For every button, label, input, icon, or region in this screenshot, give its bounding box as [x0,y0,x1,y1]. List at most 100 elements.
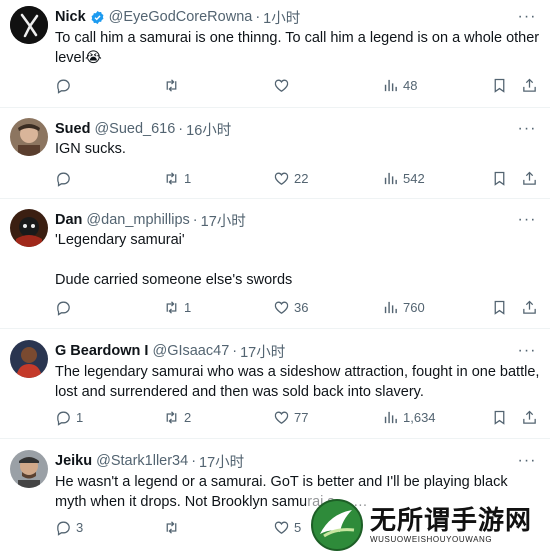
reply-button[interactable] [55,170,76,187]
heart-icon [274,301,289,314]
more-options-icon[interactable]: ··· [518,342,536,360]
repost-icon [166,172,177,185]
reply-button[interactable] [55,299,76,316]
view-count: 542 [403,171,425,186]
views-button[interactable]: 48 [382,77,417,94]
author-name[interactable]: Jeiku [55,453,92,469]
bookmark-button[interactable] [491,299,512,316]
more-options-icon[interactable]: ··· [518,211,536,229]
timestamp[interactable]: 16小时 [186,119,231,140]
avatar[interactable] [10,340,48,378]
tweet-text-line: To call him a samurai is one thinng. To … [55,30,540,66]
tweet-text: To call him a samurai is one thinng. To … [55,28,541,68]
views-button[interactable]: 542 [382,170,425,187]
repost-count: 2 [184,410,192,425]
tweet-text-line [55,250,541,270]
author-name[interactable]: Nick [55,9,86,25]
timestamp[interactable]: 17小时 [240,341,285,362]
timestamp[interactable]: 17小时 [201,210,246,231]
timestamp[interactable]: 1小时 [263,7,300,28]
author-handle[interactable]: @EyeGodCoreRowna [109,9,253,25]
tweet-text: The legendary samurai who was a sideshow… [55,362,541,402]
views-button[interactable]: 760 [382,299,425,316]
bookmark-button[interactable] [491,77,512,94]
view-count: 48 [403,78,418,93]
heart-icon [274,521,289,534]
share-button[interactable] [521,299,542,316]
watermark-title: 无所谓手游网 [370,505,533,535]
tweet-text-line: IGN sucks. [55,141,126,157]
separator-dot: · [191,453,197,469]
author-handle[interactable]: @dan_mphillips [86,212,189,228]
repost-button[interactable]: 1 [163,299,191,316]
repost-button[interactable] [163,77,184,94]
avatar[interactable] [10,118,48,156]
avatar[interactable] [10,209,48,247]
verified-badge-icon [91,10,104,24]
author-name[interactable]: G Beardown I [55,343,148,359]
views-icon [384,411,397,424]
tweet-actions: 1 36 760 [55,299,536,319]
tweet[interactable]: G Beardown I @GIsaac47 · 17小时 ··· The le… [0,329,550,439]
bookmark-icon [494,78,505,93]
bookmark-button[interactable] [491,409,512,426]
reply-button[interactable]: 1 [55,409,83,426]
like-count: 22 [294,171,309,186]
like-button[interactable]: 22 [273,170,308,187]
views-button[interactable]: 1,634 [382,409,436,426]
like-button[interactable]: 36 [273,299,308,316]
repost-button[interactable] [163,519,184,536]
tweet[interactable]: Dan @dan_mphillips · 17小时 ··· 'Legendary… [0,199,550,329]
author-handle[interactable]: @Sued_616 [94,121,175,137]
share-icon [523,410,536,424]
tweet[interactable]: Sued @Sued_616 · 16小时 ··· IGN sucks. 1 2… [0,108,550,199]
more-options-icon[interactable]: ··· [518,8,536,26]
views-icon [384,172,397,185]
share-button[interactable] [521,77,542,94]
author-name[interactable]: Dan [55,212,82,228]
bookmark-button[interactable] [491,170,512,187]
repost-count: 1 [184,300,192,315]
heart-icon [274,411,289,424]
reply-icon [57,521,70,536]
reply-icon [57,411,70,426]
like-count: 5 [294,520,302,535]
bookmark-icon [494,171,505,186]
avatar[interactable] [10,6,48,44]
tweet-text: 'Legendary samurai' Dude carried someone… [55,230,541,290]
separator-dot: · [232,343,238,359]
more-options-icon[interactable]: ··· [518,120,536,138]
tweet[interactable]: Nick @EyeGodCoreRowna · 1小时 ··· To call … [0,0,550,108]
site-watermark: 无所谓手游网 WUSUOWEISHOUYOUWANG [306,494,550,555]
watermark-subtitle: WUSUOWEISHOUYOUWANG [370,535,493,544]
share-button[interactable] [521,409,542,426]
author-handle[interactable]: @Stark1ller34 [96,453,188,469]
timestamp[interactable]: 17小时 [199,451,244,472]
like-button[interactable] [273,77,294,94]
more-options-icon[interactable]: ··· [518,452,536,470]
author-name[interactable]: Sued [55,121,90,137]
view-count: 1,634 [403,410,436,425]
like-count: 77 [294,410,309,425]
reply-count: 3 [76,520,84,535]
repost-button[interactable]: 1 [163,170,191,187]
view-count: 760 [403,300,425,315]
reply-button[interactable] [55,77,76,94]
author-handle[interactable]: @GIsaac47 [152,343,229,359]
avatar[interactable] [10,450,48,488]
reply-button[interactable]: 3 [55,519,83,536]
reply-icon [57,301,70,316]
repost-icon [166,79,177,92]
repost-button[interactable]: 2 [163,409,191,426]
reply-count: 1 [76,410,84,425]
separator-dot: · [255,9,261,25]
tweet-text-line: 'Legendary samurai' [55,232,185,248]
tweet-actions: 1 22 542 [55,170,536,190]
reply-icon [57,79,70,94]
tweet-actions: 48 [55,77,536,97]
share-icon [523,300,536,314]
reply-icon [57,172,70,187]
share-button[interactable] [521,170,542,187]
like-button[interactable]: 77 [273,409,308,426]
like-button[interactable]: 5 [273,519,301,536]
